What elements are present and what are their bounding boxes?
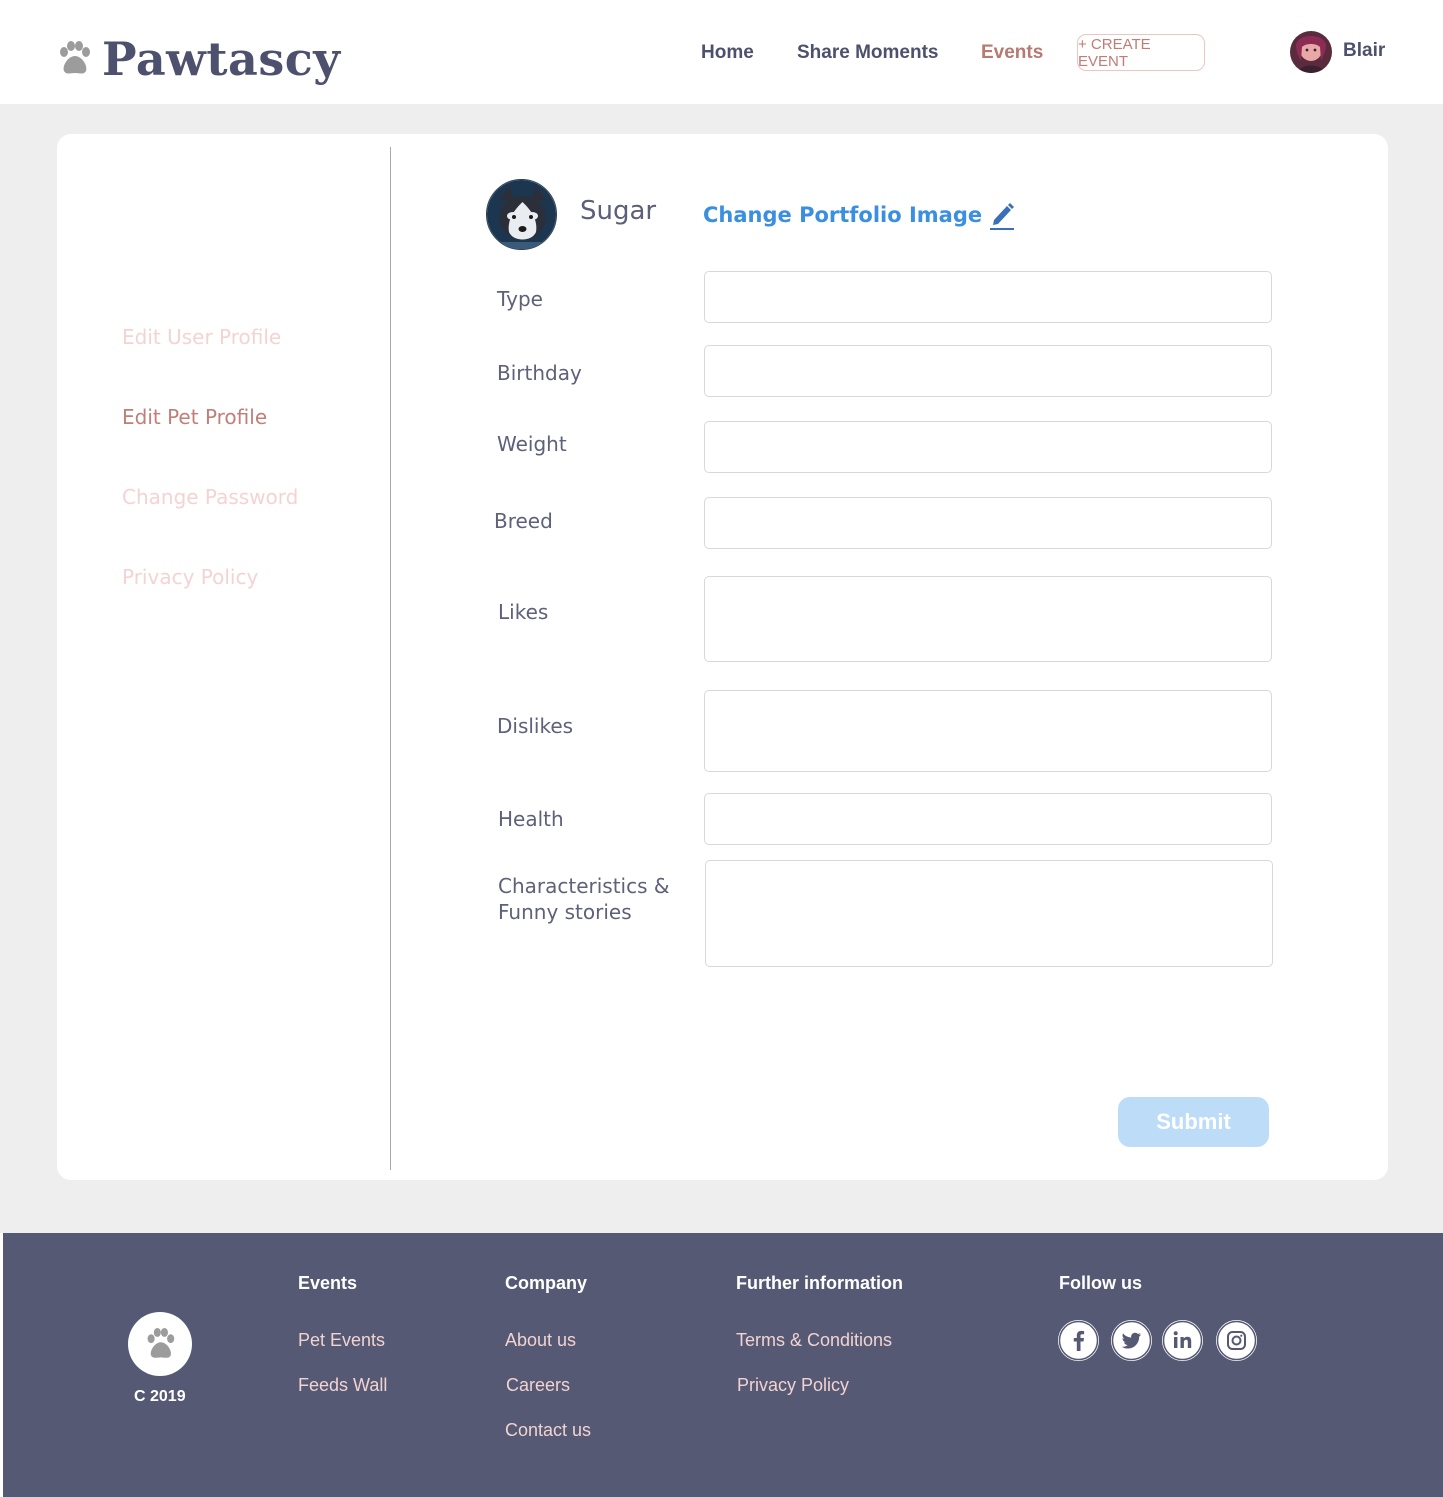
characteristics-label-line1: Characteristics & xyxy=(498,874,670,898)
sidebar-item-edit-pet-profile[interactable]: Edit Pet Profile xyxy=(122,405,267,429)
footer-link-contact-us[interactable]: Contact us xyxy=(505,1420,591,1441)
type-input[interactable] xyxy=(704,271,1272,323)
footer: C 2019 Events Pet Events Feeds Wall Comp… xyxy=(3,1233,1443,1497)
pet-avatar-image xyxy=(487,180,556,249)
brand-logo[interactable]: Pawtascy xyxy=(56,32,340,86)
footer-link-about-us[interactable]: About us xyxy=(505,1330,576,1351)
footer-heading-company: Company xyxy=(505,1273,588,1293)
brand-name: Pawtascy xyxy=(102,32,341,86)
user-avatar-image xyxy=(1290,31,1332,73)
health-label: Health xyxy=(498,807,564,831)
pet-name: Sugar xyxy=(580,196,657,226)
footer-copyright: C 2019 xyxy=(134,1388,186,1405)
characteristics-textarea[interactable] xyxy=(705,860,1273,967)
create-event-button[interactable]: + CREATE EVENT xyxy=(1077,34,1205,71)
linkedin-icon[interactable] xyxy=(1162,1320,1203,1361)
change-portfolio-image-label: Change Portfolio Image xyxy=(703,203,983,227)
footer-link-careers[interactable]: Careers xyxy=(506,1375,570,1396)
dislikes-label: Dislikes xyxy=(497,714,574,738)
nav-events[interactable]: Events xyxy=(981,42,1043,64)
sidebar-item-privacy-policy[interactable]: Privacy Policy xyxy=(122,565,258,589)
sidebar-item-change-password[interactable]: Change Password xyxy=(122,485,298,509)
nav-share-moments[interactable]: Share Moments xyxy=(797,42,938,64)
user-name[interactable]: Blair xyxy=(1343,40,1385,62)
characteristics-label-line2: Funny stories xyxy=(498,900,632,924)
weight-label: Weight xyxy=(497,432,567,456)
type-label: Type xyxy=(497,287,543,311)
birthday-label: Birthday xyxy=(497,361,582,385)
likes-label: Likes xyxy=(498,600,549,624)
pet-avatar xyxy=(486,179,557,250)
change-portfolio-image-link[interactable]: Change Portfolio Image xyxy=(703,200,1015,230)
breed-input[interactable] xyxy=(704,497,1272,549)
facebook-icon[interactable] xyxy=(1058,1320,1099,1361)
footer-heading-events: Events xyxy=(298,1273,358,1293)
footer-link-privacy-policy[interactable]: Privacy Policy xyxy=(737,1375,849,1396)
weight-input[interactable] xyxy=(704,421,1272,473)
sidebar-item-edit-user-profile[interactable]: Edit User Profile xyxy=(122,325,281,349)
birthday-input[interactable] xyxy=(704,345,1272,397)
dislikes-textarea[interactable] xyxy=(704,690,1272,772)
breed-label: Breed xyxy=(494,509,553,533)
submit-button[interactable]: Submit xyxy=(1118,1097,1269,1147)
footer-link-feeds-wall[interactable]: Feeds Wall xyxy=(298,1375,387,1396)
footer-heading-follow-us: Follow us xyxy=(1059,1273,1142,1293)
footer-heading-further-information: Further information xyxy=(736,1273,903,1293)
footer-logo[interactable] xyxy=(128,1312,192,1376)
instagram-icon[interactable] xyxy=(1216,1320,1257,1361)
user-avatar[interactable] xyxy=(1290,31,1332,73)
footer-link-terms[interactable]: Terms & Conditions xyxy=(736,1330,892,1351)
pencil-icon xyxy=(990,203,1015,230)
characteristics-label: Characteristics & Funny stories xyxy=(498,873,669,925)
paw-icon xyxy=(60,41,90,74)
likes-textarea[interactable] xyxy=(704,576,1272,662)
health-input[interactable] xyxy=(704,793,1272,845)
sidebar-divider xyxy=(390,147,391,1170)
paw-icon xyxy=(147,1328,175,1358)
footer-link-pet-events[interactable]: Pet Events xyxy=(298,1330,385,1351)
nav-home[interactable]: Home xyxy=(701,42,754,64)
twitter-icon[interactable] xyxy=(1111,1320,1152,1361)
top-header: Pawtascy Home Share Moments Events + CRE… xyxy=(0,0,1443,104)
